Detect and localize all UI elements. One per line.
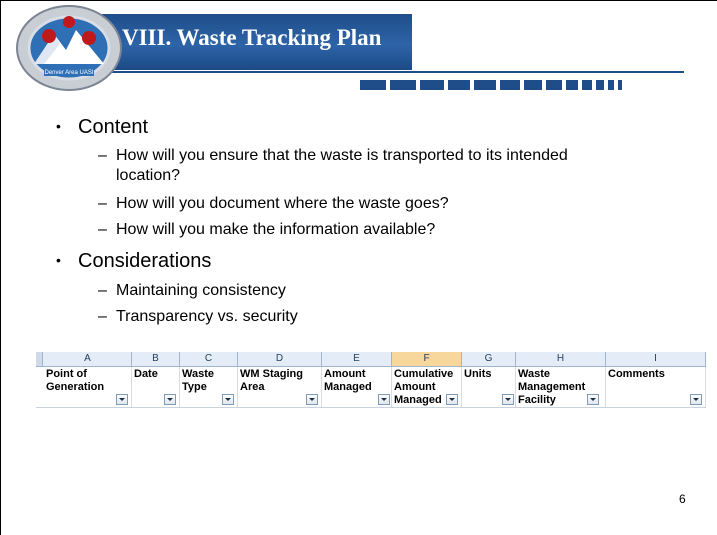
column-a-header[interactable]: A [44,352,132,366]
filter-dropdown-icon[interactable] [222,394,234,405]
sub-bullet: – How will you ensure that the waste is t… [98,147,568,184]
filter-dropdown-icon[interactable] [306,394,318,405]
slide-title: VIII. Waste Tracking Plan [122,25,382,50]
sub-bullet: – Transparency vs. security [98,308,298,325]
column-g-header[interactable]: G [462,352,516,366]
cell-waste-management-facility[interactable]: Waste Management Facility [516,367,606,407]
sub-bullet: – How will you make the information avail… [98,221,436,238]
bullet-considerations: • Considerations [56,250,212,272]
filter-dropdown-icon[interactable] [116,394,128,405]
uasi-seal-logo: Denver Area UASI [16,5,122,91]
filter-dropdown-icon[interactable] [446,394,458,405]
slide-frame-left [0,0,1,535]
filter-dropdown-icon[interactable] [587,394,599,405]
column-f-header[interactable]: F [392,352,462,366]
cell-wm-staging-area[interactable]: WM Staging Area [238,367,322,407]
column-e-header[interactable]: E [322,352,392,366]
filter-dropdown-icon[interactable] [502,394,514,405]
decorative-dash-row [360,80,626,90]
column-header-row: A B C D E F G H I [36,352,706,367]
cell-amount-managed[interactable]: Amount Managed [322,367,392,407]
cell-comments[interactable]: Comments [606,367,706,407]
column-d-header[interactable]: D [238,352,322,366]
bullet-content: • Content [56,116,149,138]
cell-units[interactable]: Units [462,367,516,407]
cell-waste-type[interactable]: Waste Type [180,367,238,407]
column-c-header[interactable]: C [180,352,238,366]
filter-dropdown-icon[interactable] [378,394,390,405]
column-b-header[interactable]: B [132,352,180,366]
page-number: 6 [679,492,686,506]
logo-text: Denver Area UASI [44,70,93,76]
cell-point-of-generation[interactable]: Point of Generation [44,367,132,407]
cell-date[interactable]: Date [132,367,180,407]
sub-bullet: – How will you document where the waste g… [98,195,449,212]
slide-frame-top [0,0,717,1]
column-i-header[interactable]: I [606,352,706,366]
sheet-bottom-border [36,407,706,408]
header-cells-row: Point of Generation Date Waste Type WM S… [36,367,706,407]
filter-dropdown-icon[interactable] [164,394,176,405]
column-h-header[interactable]: H [516,352,606,366]
sub-bullet: – Maintaining consistency [98,282,286,299]
waste-tracking-spreadsheet: A B C D E F G H I Point of Generation Da… [36,352,706,408]
filter-dropdown-icon[interactable] [690,394,702,405]
cell-cumulative-amount-managed[interactable]: Cumulative Amount Managed [392,367,462,407]
title-underline [62,71,684,73]
select-all-corner[interactable] [36,352,43,366]
